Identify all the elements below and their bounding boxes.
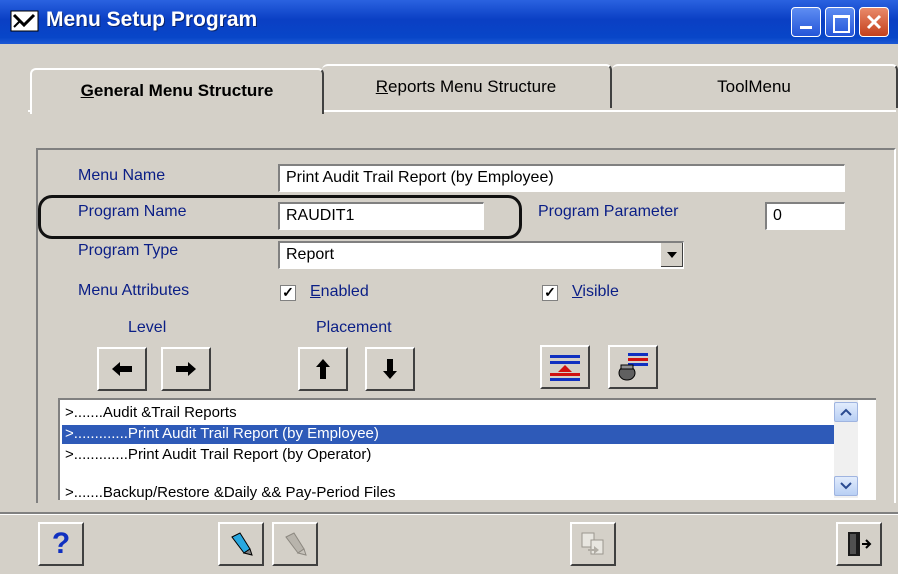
tab-reports-menu-structure[interactable]: Reports Menu Structure bbox=[322, 64, 612, 108]
program-type-select[interactable]: Report bbox=[278, 241, 684, 269]
bottom-separator bbox=[0, 512, 898, 515]
minimize-button[interactable] bbox=[791, 7, 821, 37]
list-item[interactable]: >.............Print Audit Trail Report (… bbox=[62, 425, 835, 444]
exit-button[interactable] bbox=[836, 522, 882, 566]
chevron-down-icon[interactable] bbox=[660, 243, 683, 267]
menu-items-list[interactable]: >.......Audit &Trail Reports >..........… bbox=[58, 398, 876, 503]
find-disabled-button[interactable] bbox=[272, 522, 318, 566]
insert-line-icon bbox=[550, 355, 580, 381]
program-parameter-field[interactable]: 0 bbox=[765, 202, 845, 230]
menu-name-field[interactable]: Print Audit Trail Report (by Employee) bbox=[278, 164, 845, 192]
add-item-button[interactable] bbox=[608, 345, 658, 389]
program-name-field[interactable]: RAUDIT1 bbox=[278, 202, 484, 230]
program-type-label: Program Type bbox=[78, 242, 179, 259]
list-item[interactable]: >.......Backup/Restore &Daily && Pay-Per… bbox=[62, 484, 396, 503]
app-icon bbox=[10, 10, 39, 32]
move-down-button[interactable] bbox=[365, 347, 415, 391]
flashlight-icon bbox=[231, 532, 253, 556]
arrow-right-icon bbox=[176, 362, 196, 376]
question-mark-icon: ? bbox=[51, 527, 71, 560]
move-up-button[interactable] bbox=[298, 347, 348, 391]
arrow-left-icon bbox=[112, 362, 132, 376]
tab-toolmenu[interactable]: ToolMenu bbox=[612, 64, 898, 108]
add-item-icon bbox=[618, 353, 648, 381]
arrow-down-icon bbox=[383, 359, 397, 379]
enabled-mnemonic: E bbox=[310, 283, 321, 300]
menu-name-label: Menu Name bbox=[78, 167, 166, 184]
tab-general-menu-structure[interactable]: General Menu Structure bbox=[30, 68, 324, 114]
window-title: Menu Setup Program bbox=[46, 8, 258, 31]
menu-attributes-label: Menu Attributes bbox=[78, 282, 190, 299]
chevron-down-icon bbox=[840, 482, 852, 490]
visible-text: isible bbox=[582, 283, 619, 300]
help-button[interactable]: ? bbox=[38, 522, 84, 566]
enabled-checkbox[interactable]: ✓ bbox=[280, 285, 296, 301]
scroll-up-button[interactable] bbox=[834, 402, 858, 422]
flashlight-disabled-icon bbox=[285, 532, 307, 556]
visible-checkbox[interactable]: ✓ bbox=[542, 285, 558, 301]
close-button[interactable] bbox=[859, 7, 889, 37]
insert-line-button[interactable] bbox=[540, 345, 590, 389]
maximize-icon bbox=[833, 15, 850, 33]
find-button[interactable] bbox=[218, 522, 264, 566]
level-label: Level bbox=[128, 319, 167, 336]
list-item[interactable]: >.............Print Audit Trail Report (… bbox=[62, 446, 371, 465]
program-parameter-label: Program Parameter bbox=[538, 203, 679, 220]
visible-label[interactable]: Visible bbox=[572, 283, 619, 301]
title-bar[interactable]: Menu Setup Program bbox=[0, 0, 898, 44]
copy-button[interactable] bbox=[570, 522, 616, 566]
list-item[interactable]: >.......Audit &Trail Reports bbox=[62, 404, 237, 423]
exit-door-icon bbox=[848, 532, 872, 556]
tab-label: eneral Menu Structure bbox=[93, 81, 274, 100]
placement-label: Placement bbox=[316, 319, 392, 336]
menu-setup-window: Menu Setup Program General Menu Structur… bbox=[0, 0, 898, 574]
maximize-button[interactable] bbox=[825, 7, 855, 37]
minimize-icon bbox=[800, 26, 812, 29]
tab-label: ToolMenu bbox=[717, 77, 791, 96]
list-scrollbar[interactable] bbox=[834, 400, 858, 498]
close-icon bbox=[866, 14, 882, 30]
level-right-button[interactable] bbox=[161, 347, 211, 391]
level-left-button[interactable] bbox=[97, 347, 147, 391]
scroll-down-button[interactable] bbox=[834, 476, 858, 496]
program-name-label: Program Name bbox=[78, 203, 187, 220]
tab-mnemonic: R bbox=[375, 77, 389, 96]
copy-icon bbox=[581, 532, 604, 555]
tab-mnemonic: G bbox=[80, 81, 94, 100]
tab-label: eports Menu Structure bbox=[388, 77, 557, 96]
visible-mnemonic: V bbox=[572, 283, 583, 300]
program-type-value: Report bbox=[286, 246, 335, 263]
enabled-label[interactable]: Enabled bbox=[310, 283, 369, 301]
enabled-text: nabled bbox=[320, 283, 369, 300]
arrow-up-icon bbox=[316, 359, 330, 379]
chevron-up-icon bbox=[840, 408, 852, 416]
